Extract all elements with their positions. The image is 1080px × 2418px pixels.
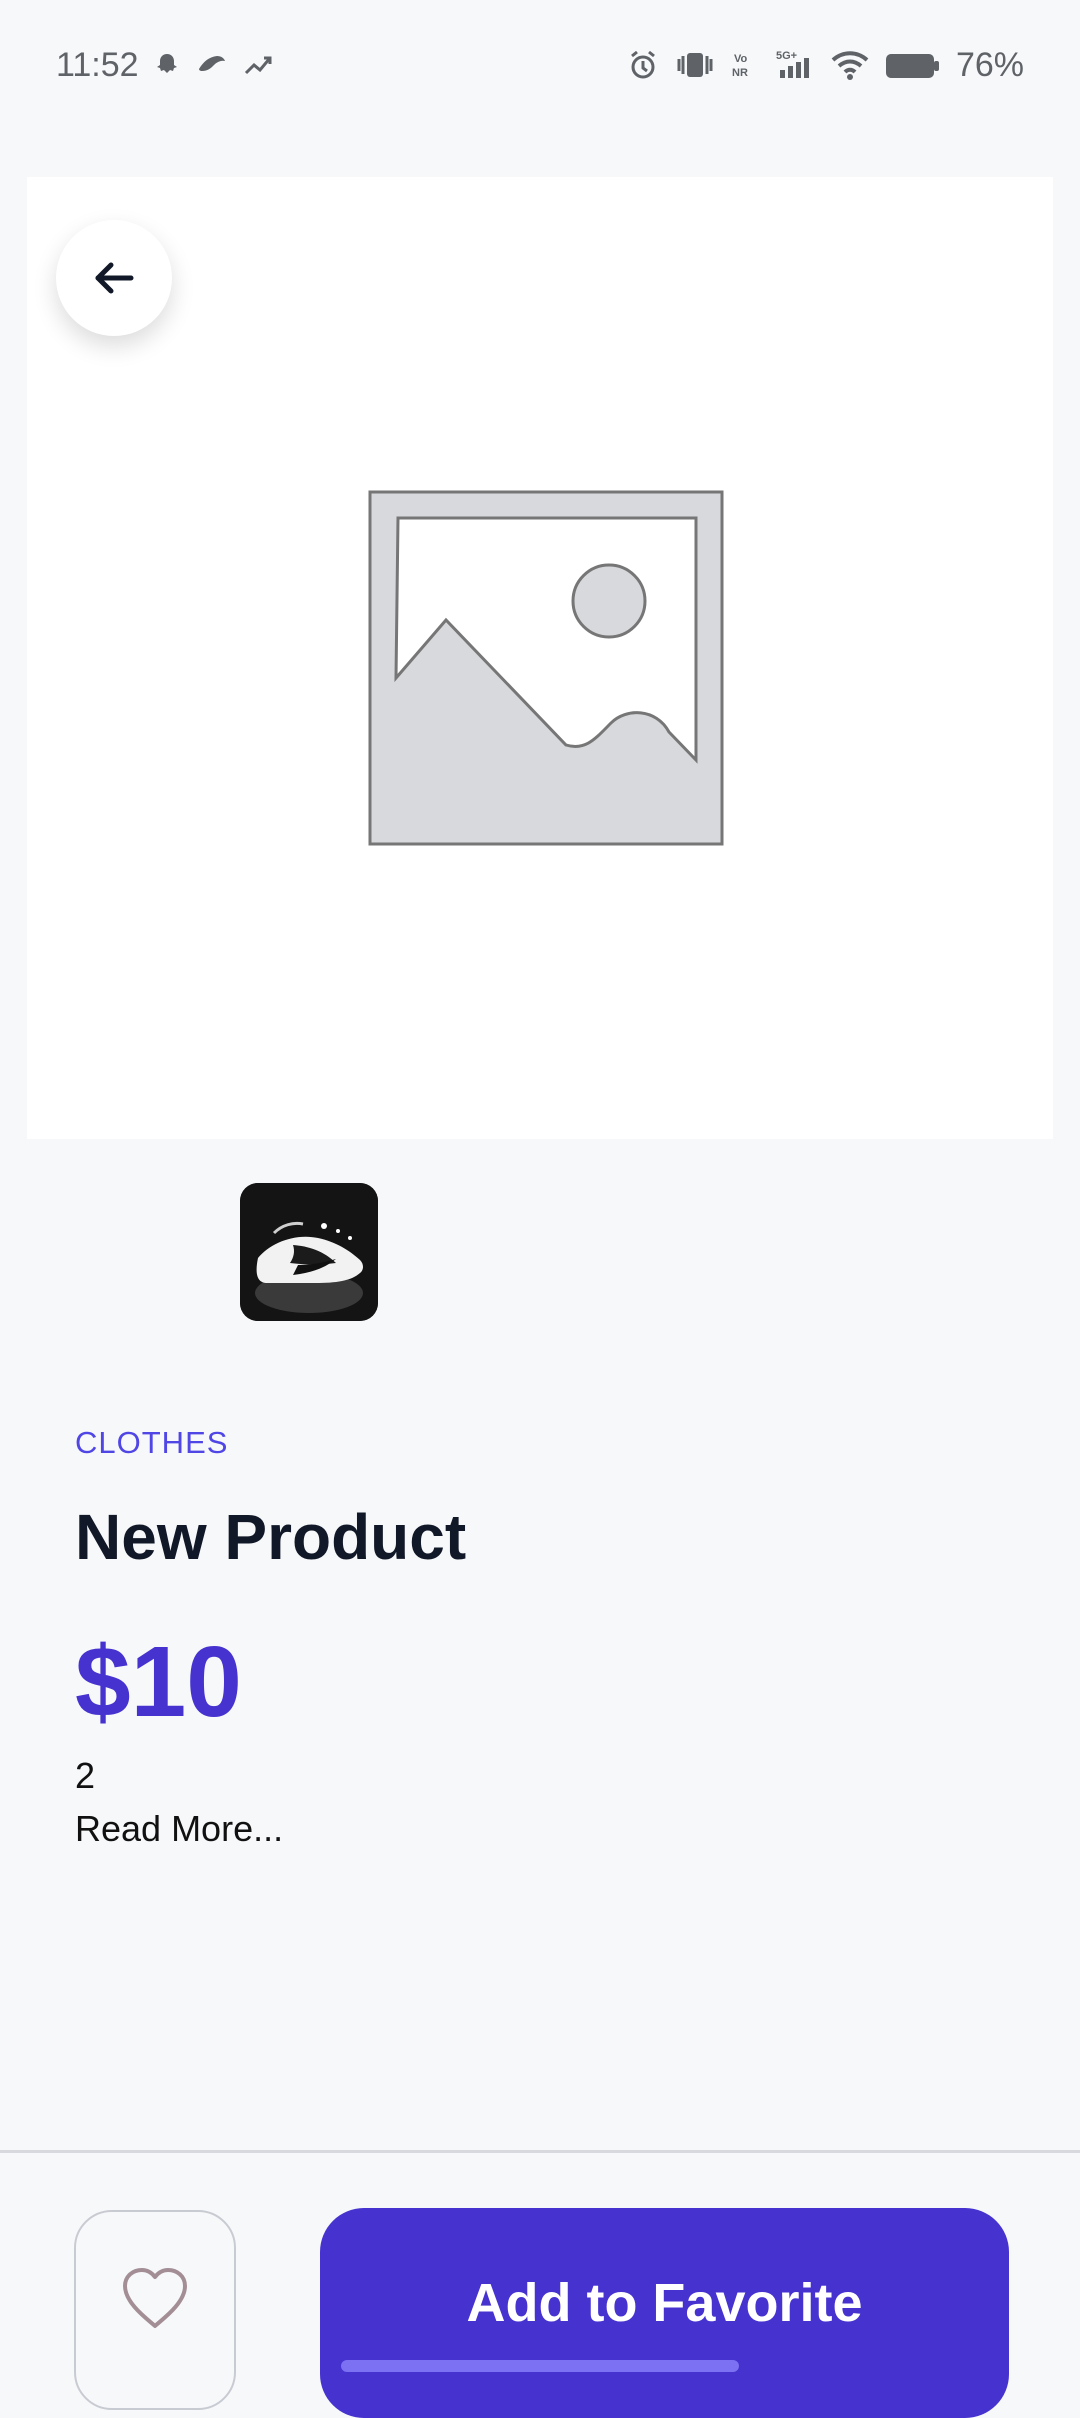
add-to-favorite-label: Add to Favorite: [466, 2273, 863, 2333]
status-left: 11:52: [56, 46, 273, 85]
battery-percent: 76%: [955, 45, 1024, 84]
product-price: $10: [75, 1626, 242, 1738]
signal-icon: 5G+: [776, 50, 809, 78]
product-description: 2: [75, 1755, 96, 1796]
status-right: Vo NR 5G+ 76%: [626, 46, 1024, 85]
arrow-left-icon: [95, 262, 134, 294]
home-indicator[interactable]: [341, 2360, 739, 2372]
product-thumbnail[interactable]: [240, 1183, 378, 1321]
status-time: 11:52: [56, 45, 139, 84]
svg-text:NR: NR: [732, 67, 748, 79]
bottom-divider: [0, 2150, 1080, 2153]
back-button[interactable]: [56, 220, 172, 336]
read-more-link[interactable]: Read More...: [75, 1808, 283, 1850]
trend-icon: [244, 56, 272, 75]
status-bar: 11:52 Vo NR 5G+ 76%: [0, 0, 1080, 130]
svg-text:Vo: Vo: [734, 53, 748, 65]
alarm-icon: [631, 50, 655, 79]
volte-icon: Vo NR: [732, 53, 748, 79]
product-category: CLOTHES: [75, 1425, 229, 1460]
vibrate-icon: [677, 53, 713, 77]
svg-text:5G+: 5G+: [776, 50, 797, 62]
wifi-icon: [831, 51, 869, 80]
battery-icon: [885, 54, 939, 78]
heart-icon: [123, 2268, 187, 2328]
favorite-icon-button[interactable]: [74, 2210, 236, 2410]
app-notification-icon: [198, 56, 225, 74]
image-placeholder-icon: [366, 488, 726, 848]
add-to-favorite-button[interactable]: Add to Favorite: [320, 2208, 1009, 2418]
product-title: New Product: [75, 1501, 467, 1573]
snapchat-icon: [156, 54, 177, 73]
